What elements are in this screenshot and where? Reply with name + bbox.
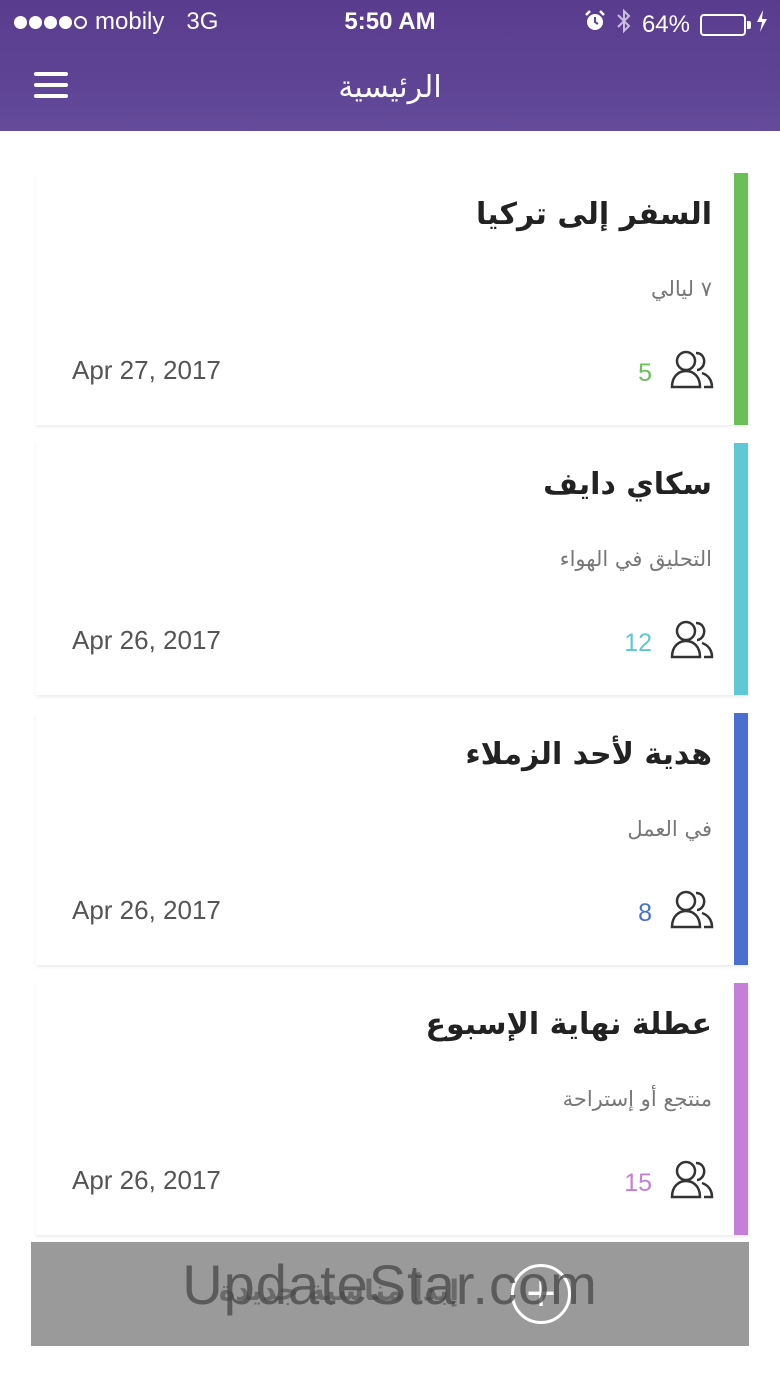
status-bar: mobily 3G 5:50 AM 64%: [0, 0, 780, 44]
event-subtitle: منتجع أو إستراحة: [562, 1087, 712, 1111]
battery-icon: [700, 13, 751, 36]
users-icon: [670, 349, 714, 389]
event-color-bar: [734, 713, 748, 965]
event-date: Apr 26, 2017: [72, 1165, 221, 1195]
event-title: هدية لأحد الزملاء: [465, 737, 712, 772]
participants-count: 8: [638, 899, 652, 927]
battery-tip: [747, 20, 751, 29]
event-title: السفر إلى تركيا: [475, 197, 712, 232]
event-card[interactable]: هدية لأحد الزملاء في العمل 8 Apr 26, 201…: [36, 713, 748, 965]
app-header: mobily 3G 5:50 AM 64% الرئيسية: [0, 0, 780, 131]
plus-icon: +: [511, 1264, 571, 1324]
event-title: عطلة نهاية الإسبوع: [425, 1007, 712, 1042]
event-date: Apr 26, 2017: [72, 625, 221, 655]
bluetooth-icon: [616, 8, 632, 41]
participants-count: 15: [624, 1169, 652, 1197]
alarm-icon: [584, 10, 606, 39]
event-date: Apr 27, 2017: [72, 355, 221, 385]
status-right: 64%: [584, 8, 768, 41]
event-subtitle: التحليق في الهواء: [559, 547, 712, 571]
users-icon: [670, 889, 714, 929]
nav-bar: الرئيسية: [0, 44, 780, 131]
event-subtitle: ٧ ليالي: [651, 277, 712, 301]
users-icon: [670, 619, 714, 659]
battery-percent: 64%: [641, 10, 690, 38]
participants-count: 5: [638, 359, 652, 387]
event-color-bar: [734, 173, 748, 425]
event-color-bar: [734, 983, 748, 1235]
charging-icon: [756, 10, 768, 39]
event-date: Apr 26, 2017: [72, 895, 221, 925]
event-color-bar: [734, 443, 748, 695]
new-event-button[interactable]: إبدأ مناسبة جديدة +: [31, 1242, 749, 1346]
event-card[interactable]: السفر إلى تركيا ٧ ليالي 5 Apr 27, 2017: [36, 173, 748, 425]
page-title: الرئيسية: [338, 70, 442, 105]
event-card[interactable]: سكاي دايف التحليق في الهواء 12 Apr 26, 2…: [36, 443, 748, 695]
event-subtitle: في العمل: [627, 817, 712, 841]
event-title: سكاي دايف: [543, 467, 712, 502]
new-event-label: إبدأ مناسبة جديدة: [218, 1274, 459, 1307]
participants-count: 12: [624, 629, 652, 657]
event-card[interactable]: عطلة نهاية الإسبوع منتجع أو إستراحة 15 A…: [36, 983, 748, 1235]
users-icon: [670, 1159, 714, 1199]
